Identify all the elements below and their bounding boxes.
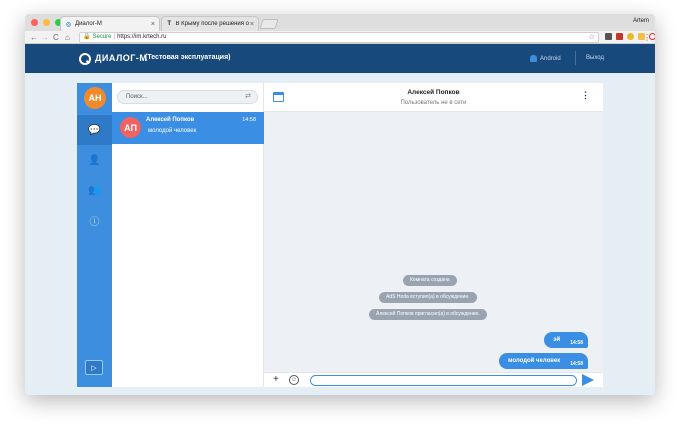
android-label: Android — [540, 55, 561, 62]
search-placeholder: Поиск... — [126, 94, 148, 100]
system-message: Комната создана — [403, 275, 457, 286]
collapse-sidebar-button[interactable]: ▷ — [85, 360, 103, 375]
android-link[interactable]: Android — [530, 55, 561, 62]
dialog-favicon-icon: ◎ — [65, 21, 72, 28]
sidebar-item-groups[interactable]: 👥 — [77, 175, 112, 205]
sidebar-rail: АН 💬 👤 👥 ⓘ ▷ — [77, 83, 112, 387]
chats-icon: 💬 — [88, 124, 101, 136]
system-message: AdS Hoda вступил(а) в обсуждение. — [379, 292, 477, 303]
yellow-extension-icon[interactable] — [627, 33, 634, 40]
message-composer: + ☺ — [264, 372, 603, 387]
lock-icon: 🔒 — [83, 34, 91, 40]
bookmark-star-icon[interactable]: ☆ — [589, 33, 595, 42]
forward-arrow-icon[interactable]: → — [41, 31, 49, 44]
sidebar-item-info[interactable]: ⓘ — [77, 205, 112, 235]
info-icon: ⓘ — [89, 216, 100, 228]
home-icon[interactable]: ⌂ — [65, 31, 70, 44]
reload-icon[interactable]: C — [53, 31, 59, 44]
message-text: молодой человек — [508, 358, 561, 364]
tab-bar: ◎ Диалог-М × T В Крыму после решения о Ø… — [25, 14, 655, 31]
browser-tab-dialog[interactable]: ◎ Диалог-М × — [60, 16, 160, 31]
window-controls — [31, 19, 62, 26]
close-window-button[interactable] — [31, 19, 38, 26]
chat-contact-name: Алексей Попков — [407, 89, 460, 96]
android-icon — [530, 55, 537, 62]
sidebar-item-contacts[interactable]: 👤 — [77, 145, 112, 175]
filter-icon[interactable]: ⇄ — [245, 91, 251, 103]
dialog-logo-icon — [79, 53, 91, 65]
message-input[interactable] — [310, 375, 577, 386]
messenger-app: АН 💬 👤 👥 ⓘ ▷ Поиск... ⇄ АП Алексей Попко… — [77, 83, 603, 387]
tab-close-icon[interactable]: × — [250, 21, 254, 28]
pocket-extension-icon[interactable] — [605, 33, 612, 40]
new-tab-button[interactable] — [259, 19, 279, 29]
system-message: Алексей Попков пригласил(а) в обсуждение… — [369, 309, 487, 320]
logout-link[interactable]: Выход — [586, 55, 604, 61]
url-separator: | — [113, 34, 116, 40]
more-options-icon[interactable]: ⋮ — [581, 91, 590, 100]
back-arrow-icon[interactable]: ← — [30, 31, 38, 44]
address-bar[interactable]: 🔒 Secure | https://im.krtech.ru ☆ — [79, 32, 599, 43]
message-bubble: молодой человек 14:58 — [499, 353, 588, 369]
search-input[interactable]: Поиск... ⇄ — [117, 90, 258, 104]
app-header: ДИАЛОГ-М (Тестовая эксплуатация) Android… — [25, 44, 655, 73]
expand-icon: ▷ — [91, 364, 97, 372]
emoji-icon[interactable]: ☺ — [289, 375, 299, 385]
message-time: 14:58 — [570, 339, 583, 346]
red-extension-icon[interactable] — [616, 33, 623, 40]
minimize-window-button[interactable] — [43, 19, 50, 26]
news-favicon-icon: T — [167, 21, 172, 27]
header-divider — [575, 51, 576, 65]
contact-avatar: АП — [120, 117, 141, 138]
chat-panel: Алексей Попков Пользователь не в сети ⋮ … — [264, 83, 603, 387]
message-time: 14:58 — [570, 360, 583, 367]
browser-menu-icon[interactable]: ⋮ — [643, 31, 651, 44]
url-text: https://im.krtech.ru — [117, 34, 167, 40]
browser-profile-name[interactable]: Artem — [633, 18, 649, 24]
sidebar-item-chats[interactable]: 💬 — [77, 115, 112, 145]
message-bubble: эй 14:58 — [544, 332, 588, 348]
environment-label: (Тестовая эксплуатация) — [145, 54, 231, 61]
browser-tab-news[interactable]: T В Крыму после решения о Ø × — [161, 16, 259, 31]
secure-label: Secure — [92, 34, 112, 40]
send-icon[interactable] — [582, 374, 594, 386]
chat-contact-status: Пользователь не в сети — [400, 100, 467, 106]
conversation-name: Алексей Попков — [146, 117, 195, 123]
chat-header: Алексей Попков Пользователь не в сети ⋮ — [264, 83, 603, 112]
conversation-last-message: молодой человек — [148, 128, 197, 134]
brand-title: ДИАЛОГ-М — [95, 53, 148, 63]
conversation-time: 14:58 — [242, 117, 256, 123]
conversation-list-panel: Поиск... ⇄ АП Алексей Попков 14:58 молод… — [112, 83, 264, 387]
my-avatar[interactable]: АН — [84, 87, 106, 109]
group-icon: 👥 — [88, 184, 101, 196]
browser-window: ◎ Диалог-М × T В Крыму после решения о Ø… — [25, 14, 655, 395]
tab-title: Диалог-М — [75, 21, 102, 27]
browser-toolbar: ← → C ⌂ 🔒 Secure | https://im.krtech.ru … — [25, 31, 655, 44]
attach-plus-icon[interactable]: + — [273, 373, 279, 387]
tab-title: В Крыму после решения о Ø — [175, 21, 250, 27]
message-text: эй — [553, 337, 561, 343]
user-icon: 👤 — [88, 154, 101, 166]
conversation-item[interactable]: АП Алексей Попков 14:58 молодой человек — [112, 112, 264, 144]
tab-close-icon[interactable]: × — [151, 21, 155, 28]
